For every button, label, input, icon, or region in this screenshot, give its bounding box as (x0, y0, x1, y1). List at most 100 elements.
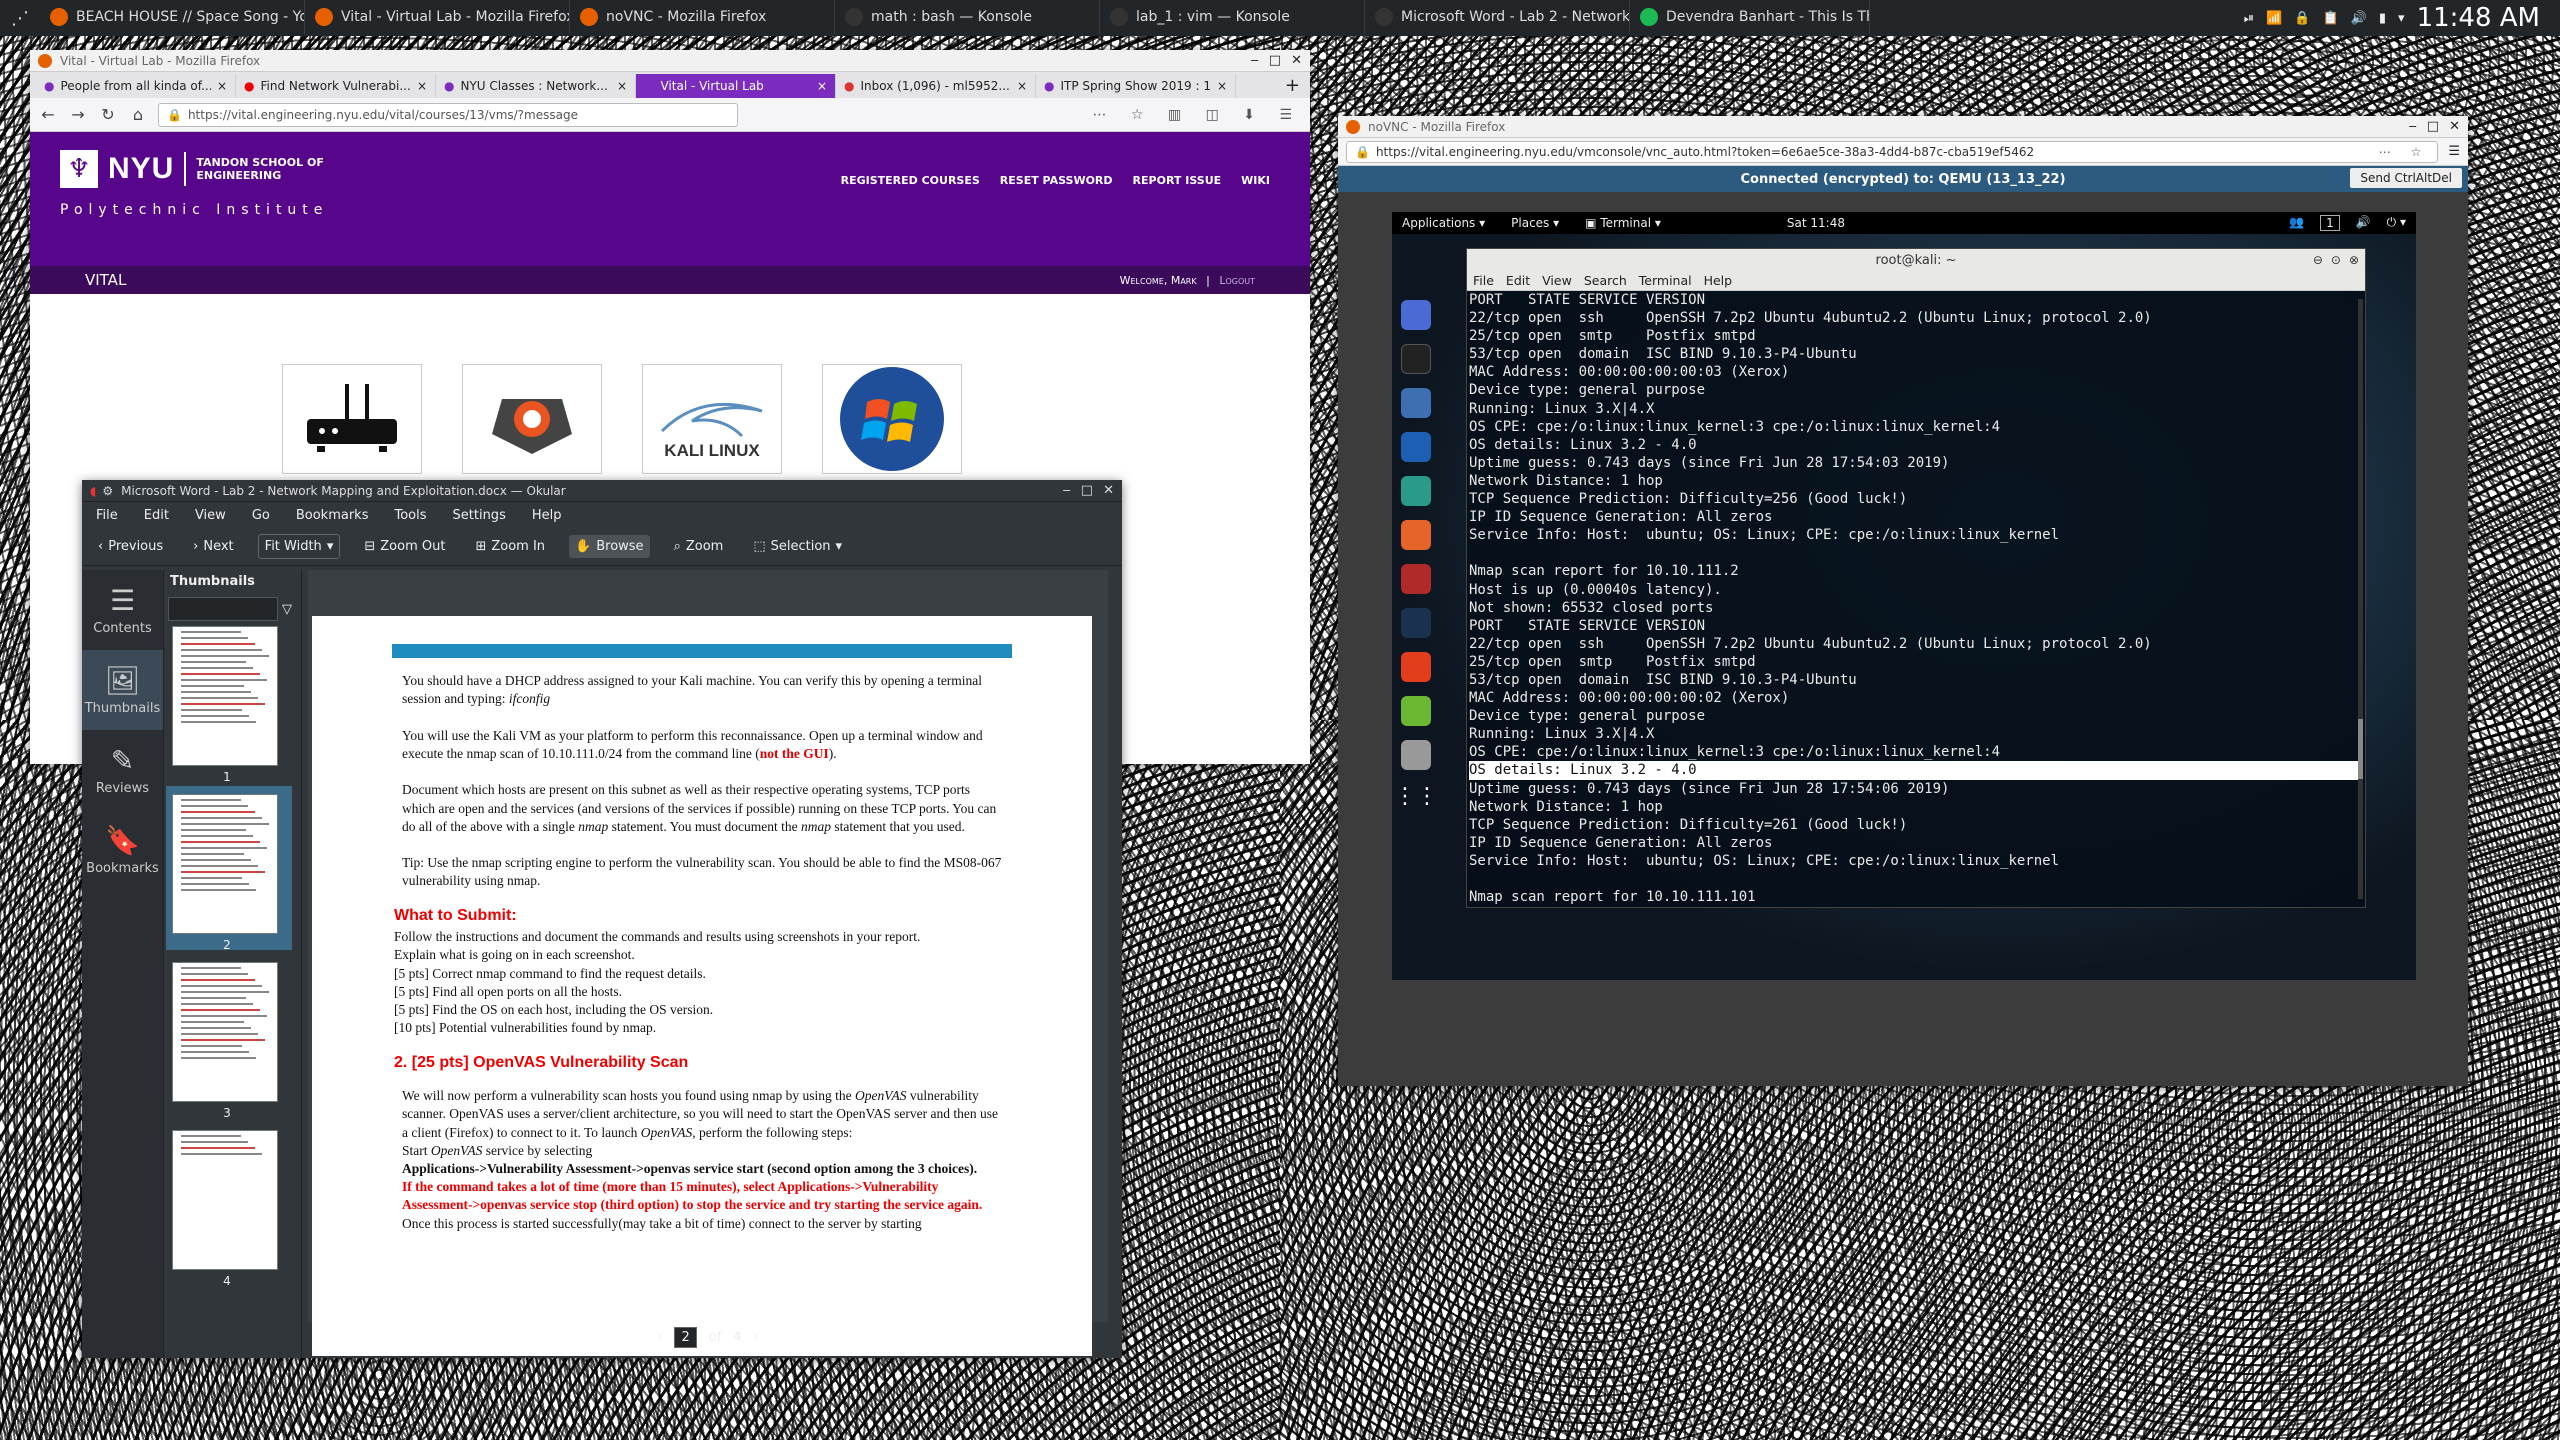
gnome-clock[interactable]: Sat 11:48 (1787, 216, 1845, 230)
page-thumbnail[interactable] (172, 794, 278, 934)
menu-item[interactable]: Help (532, 508, 562, 523)
terminal-output[interactable]: PORT STATE SERVICE VERSION 22/tcp open ss… (1467, 291, 2365, 905)
menu-item[interactable]: File (96, 508, 118, 523)
window-titlebar[interactable]: Vital - Virtual Lab - Mozilla Firefox ‒ □… (30, 50, 1310, 72)
close-icon[interactable]: ✕ (1103, 483, 1114, 498)
zoom-in-button[interactable]: ⊞ Zoom In (469, 535, 551, 558)
vm-router[interactable] (282, 364, 422, 474)
tab-close-icon[interactable]: × (817, 79, 827, 93)
taskbar-task[interactable]: BEACH HOUSE // Space Song - You... (40, 0, 305, 34)
terminal-menu-item[interactable]: Edit (1506, 273, 1530, 288)
power-icon[interactable]: ⏻ ▾ (2387, 215, 2406, 231)
terminal-menu-item[interactable]: View (1542, 273, 1572, 288)
applications-menu[interactable]: Applications ▾ (1402, 216, 1485, 230)
workspace-indicator[interactable]: 1 (2320, 215, 2340, 231)
url-bar[interactable]: 🔒 https://vital.engineering.nyu.edu/vita… (158, 102, 738, 127)
nav-link[interactable]: REGISTERED COURSES (841, 174, 980, 187)
nyu-logo[interactable]: ♆ NYU TANDON SCHOOL OF ENGINEERING (60, 150, 326, 188)
vm-kali[interactable]: KALI LINUX (642, 364, 782, 474)
prev-page-icon[interactable]: ‹ (657, 1330, 662, 1345)
maximize-icon[interactable]: □ (1269, 53, 1281, 68)
url-actions-icon[interactable]: ⋯ ☆ (2379, 145, 2430, 159)
toolbar-icons[interactable]: ⋯ ☆ ▥ ◫ ⬇ ☰ (1092, 107, 1302, 123)
dock-beef-icon[interactable] (1401, 564, 1431, 594)
terminal-titlebar[interactable]: root@kali: ~ ⊖ ⊙ ⊗ (1467, 249, 2365, 271)
new-tab-icon[interactable]: + (1285, 75, 1300, 96)
dock-app-grid-icon[interactable]: ⋮⋮ (1394, 784, 1438, 809)
window-titlebar[interactable]: noVNC - Mozilla Firefox ‒ □ ✕ (1338, 116, 2468, 138)
dock-maltego-icon[interactable] (1401, 608, 1431, 638)
browser-tab[interactable]: ● Find Network Vulnerabi... × (236, 74, 436, 98)
dock-files-icon[interactable] (1401, 388, 1431, 418)
send-ctrl-alt-del-button[interactable]: Send CtrlAltDel (2350, 168, 2462, 188)
browse-button[interactable]: ✋ Browse (569, 535, 650, 558)
window-menu-icon[interactable]: ⚙ (102, 484, 113, 498)
clock[interactable]: 11:48 AM (2417, 3, 2540, 33)
battery-icon[interactable]: ▮ (2379, 11, 2386, 26)
app-menu-icon[interactable]: ⋰ (0, 0, 40, 36)
taskbar-task[interactable]: lab_1 : vim — Konsole (1100, 0, 1365, 34)
menu-item[interactable]: Bookmarks (296, 508, 369, 523)
url-bar[interactable]: 🔒 https://vital.engineering.nyu.edu/vmco… (1346, 140, 2439, 163)
filter-icon[interactable]: ▽ (282, 602, 292, 617)
term-maximize-icon[interactable]: ⊙ (2331, 253, 2341, 267)
terminal-menu-item[interactable]: Search (1584, 273, 1627, 288)
vm-ubuntu[interactable] (462, 364, 602, 474)
forward-icon[interactable]: → (68, 105, 88, 124)
page-thumbnail[interactable] (172, 626, 278, 766)
dock-screenshot-icon[interactable] (1401, 740, 1431, 770)
browser-tab[interactable]: ● Inbox (1,096) - ml5952... × (836, 74, 1036, 98)
logout-link[interactable]: Logout (1219, 274, 1255, 287)
menu-item[interactable]: Edit (144, 508, 169, 523)
taskbar-task[interactable]: Vital - Virtual Lab - Mozilla Firefox (305, 0, 570, 34)
close-icon[interactable]: ✕ (1291, 53, 1302, 68)
nav-link[interactable]: REPORT ISSUE (1133, 174, 1222, 187)
thumbnails-tab[interactable]: 🖼 Thumbnails (82, 650, 163, 730)
taskbar-task[interactable]: Microsoft Word - Lab 2 - Network ... (1365, 0, 1630, 34)
dock-metasploit-icon[interactable] (1401, 432, 1431, 462)
lock-icon[interactable]: 🔒 (2294, 11, 2310, 26)
minimize-icon[interactable]: ‒ (1251, 53, 1259, 68)
maximize-icon[interactable]: □ (1081, 483, 1093, 498)
terminal-menu-item[interactable]: Help (1704, 273, 1733, 288)
term-minimize-icon[interactable]: ⊖ (2313, 253, 2323, 267)
tab-close-icon[interactable]: × (1217, 79, 1227, 93)
terminal-menu-item[interactable]: File (1473, 273, 1494, 288)
zoom-tool-button[interactable]: ⌕ Zoom (668, 535, 730, 558)
network-icon[interactable]: 📶 (2266, 11, 2282, 26)
remote-desktop[interactable]: Applications ▾ Places ▾ ▣ Terminal ▾ Sat… (1392, 212, 2416, 980)
menu-item[interactable]: View (195, 508, 226, 523)
maximize-icon[interactable]: □ (2427, 119, 2439, 134)
dock-leafpad-icon[interactable] (1401, 696, 1431, 726)
tray-expand-icon[interactable]: ▾ (2398, 11, 2405, 26)
page-thumbnail[interactable] (172, 962, 278, 1102)
browser-tab[interactable]: ●ITP Spring Show 2019 : 1-5...× (1036, 74, 1236, 98)
previous-button[interactable]: ‹ Previous (92, 535, 169, 558)
reviews-tab[interactable]: ✎ Reviews (82, 730, 163, 810)
page-thumbnail[interactable] (172, 1130, 278, 1270)
home-icon[interactable]: ⌂ (128, 105, 148, 124)
minimize-icon[interactable]: ‒ (1063, 483, 1071, 498)
terminal-app-menu[interactable]: ▣ Terminal ▾ (1585, 216, 1661, 230)
taskbar-task[interactable]: Devendra Banhart - This Is Th... (1630, 0, 1870, 34)
clipboard-icon[interactable]: 📋 (2323, 11, 2339, 26)
taskbar-task[interactable]: math : bash — Konsole (835, 0, 1100, 34)
document-page[interactable]: You should have a DHCP address assigned … (312, 616, 1092, 1356)
dock-firefox-icon[interactable] (1401, 300, 1431, 330)
browser-tab[interactable]: ● NYU Classes : Network... × (436, 74, 636, 98)
menu-item[interactable]: Tools (394, 508, 426, 523)
contents-tab[interactable]: ☰ Contents (82, 570, 163, 650)
dock-terminal-icon[interactable] (1401, 344, 1431, 374)
menu-item[interactable]: Settings (453, 508, 506, 523)
terminal-scrollbar[interactable] (2358, 299, 2363, 899)
vm-windows[interactable] (822, 364, 962, 474)
page-number-input[interactable]: 2 (674, 1326, 697, 1348)
terminal-menu-item[interactable]: Terminal (1639, 273, 1692, 288)
reload-icon[interactable]: ↻ (98, 105, 118, 124)
tab-close-icon[interactable]: × (617, 79, 627, 93)
dock-burp-icon[interactable] (1401, 520, 1431, 550)
browser-tab[interactable]: ● People from all kinda of... × (36, 74, 236, 98)
volume-icon[interactable]: 🔊 (2351, 11, 2367, 26)
tab-close-icon[interactable]: × (417, 79, 427, 93)
media-icon[interactable]: ⏯ (2244, 11, 2254, 26)
